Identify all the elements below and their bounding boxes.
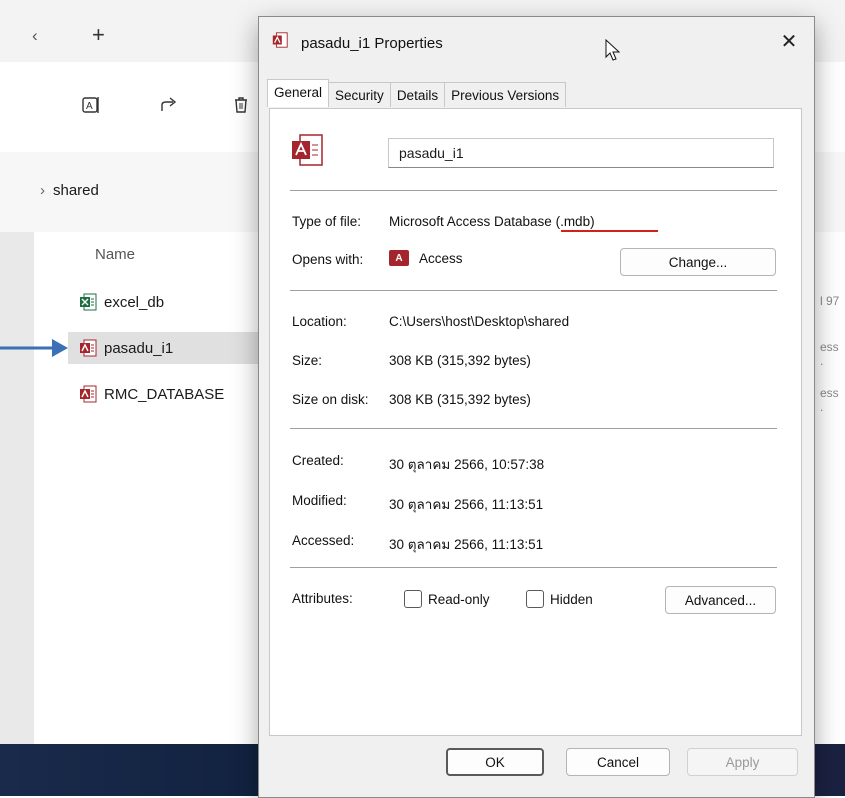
tab-edge-chevron[interactable]: ‹ xyxy=(32,26,38,46)
file-name: RMC_DATABASE xyxy=(104,385,225,403)
size-on-disk-label: Size on disk: xyxy=(292,392,369,407)
checkbox-box[interactable] xyxy=(404,590,422,608)
divider xyxy=(290,428,777,429)
breadcrumb[interactable]: › shared xyxy=(40,182,99,199)
read-only-label: Read-only xyxy=(428,591,490,607)
accessed-label: Accessed: xyxy=(292,533,355,548)
navigation-pane-edge xyxy=(0,232,34,744)
excel-file-icon xyxy=(80,293,97,311)
tab-security[interactable]: Security xyxy=(328,82,391,107)
file-row-rmc-database[interactable]: RMC_DATABASE xyxy=(68,378,258,410)
column-fragment: ess . xyxy=(820,386,839,414)
column-fragment: ess . xyxy=(820,340,839,368)
change-button[interactable]: Change... xyxy=(620,248,776,276)
svg-text:A: A xyxy=(86,101,93,112)
file-name: pasadu_i1 xyxy=(104,339,174,357)
dialog-title-bar[interactable]: pasadu_i1 Properties ✕ xyxy=(259,17,814,73)
share-icon[interactable] xyxy=(158,94,180,116)
opens-with-label: Opens with: xyxy=(292,252,364,267)
divider xyxy=(290,290,777,291)
file-row-pasadu-i1[interactable]: pasadu_i1 xyxy=(68,332,258,364)
file-name: excel_db xyxy=(104,293,165,311)
hidden-checkbox[interactable]: Hidden xyxy=(526,590,593,608)
location-label: Location: xyxy=(292,314,347,329)
read-only-checkbox[interactable]: Read-only xyxy=(404,590,490,608)
close-button[interactable]: ✕ xyxy=(775,27,803,55)
ok-button[interactable]: OK xyxy=(446,748,544,776)
cancel-button[interactable]: Cancel xyxy=(566,748,670,776)
apply-button[interactable]: Apply xyxy=(687,748,798,776)
tab-details[interactable]: Details xyxy=(389,82,446,107)
divider xyxy=(290,190,777,191)
access-file-icon xyxy=(80,385,97,403)
accessed-value: 30 ตุลาคม 2566, 11:13:51 xyxy=(389,537,544,552)
access-file-icon xyxy=(292,134,323,166)
annotation-underline xyxy=(561,230,658,232)
type-of-file-label: Type of file: xyxy=(292,214,362,229)
location-value: C:\Users\host\Desktop\shared xyxy=(389,314,570,329)
created-value: 30 ตุลาคม 2566, 10:57:38 xyxy=(389,457,545,472)
file-name-field[interactable]: pasadu_i1 xyxy=(388,138,774,168)
access-app-icon: A xyxy=(389,250,409,266)
divider xyxy=(290,567,777,568)
opens-with-value: A Access xyxy=(389,250,463,266)
tab-previous-versions[interactable]: Previous Versions xyxy=(444,82,567,107)
dialog-tabs: General Security Details Previous Versio… xyxy=(267,79,567,107)
general-panel: pasadu_i1 Type of file: Microsoft Access… xyxy=(269,108,802,736)
access-file-icon xyxy=(80,339,97,357)
annotation-arrow-icon xyxy=(0,339,68,357)
file-row-excel-db[interactable]: excel_db xyxy=(68,286,258,318)
advanced-button[interactable]: Advanced... xyxy=(665,586,776,614)
dialog-title: pasadu_i1 Properties xyxy=(301,35,443,52)
delete-icon[interactable] xyxy=(230,94,252,116)
created-label: Created: xyxy=(292,453,344,468)
checkbox-box[interactable] xyxy=(526,590,544,608)
mouse-cursor-icon xyxy=(605,39,621,61)
size-label: Size: xyxy=(292,353,323,368)
breadcrumb-folder[interactable]: shared xyxy=(53,182,99,199)
rename-icon[interactable]: A xyxy=(80,94,102,116)
opens-with-app: Access xyxy=(419,250,463,266)
column-fragment: l 97 xyxy=(820,294,840,308)
column-header-name[interactable]: Name xyxy=(95,246,135,263)
type-of-file-value: Microsoft Access Database (.mdb) xyxy=(389,214,595,229)
size-on-disk-value: 308 KB (315,392 bytes) xyxy=(389,392,531,407)
new-tab-button[interactable]: + xyxy=(92,22,105,48)
modified-value: 30 ตุลาคม 2566, 11:13:51 xyxy=(389,497,544,512)
modified-label: Modified: xyxy=(292,493,347,508)
access-file-icon xyxy=(272,32,288,48)
attributes-label: Attributes: xyxy=(292,591,353,606)
tab-general[interactable]: General xyxy=(267,79,330,107)
hidden-label: Hidden xyxy=(550,591,593,607)
properties-dialog: pasadu_i1 Properties ✕ General Security … xyxy=(258,16,815,798)
size-value: 308 KB (315,392 bytes) xyxy=(389,353,531,368)
chevron-right-icon: › xyxy=(40,182,45,199)
